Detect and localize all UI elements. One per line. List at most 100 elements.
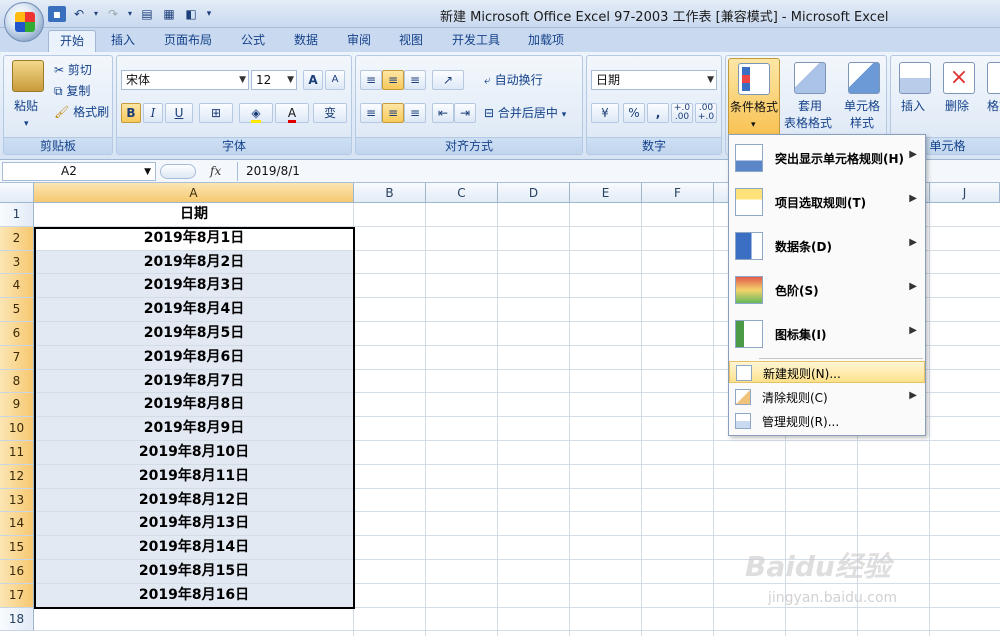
date-cell[interactable]: 2019年8月1日	[34, 226, 354, 251]
menu-item-new-rule[interactable]: 新建规则(N)...	[729, 361, 925, 383]
column-header-f[interactable]: F	[642, 183, 714, 203]
row-header-3[interactable]: 3	[0, 250, 34, 275]
delete-cells-button[interactable]: 删除	[945, 98, 969, 114]
align-right-button[interactable]: ≡	[404, 103, 426, 123]
row-header-11[interactable]: 11	[0, 441, 34, 465]
column-header-c[interactable]: C	[426, 183, 498, 203]
row-header-10[interactable]: 10	[0, 417, 34, 441]
comma-button[interactable]: ,	[647, 103, 669, 123]
row-header-9[interactable]: 9	[0, 393, 34, 418]
fill-color-button[interactable]: ◈	[239, 103, 273, 123]
name-box[interactable]: A2 ▼	[2, 162, 156, 181]
row-header-14[interactable]: 14	[0, 512, 34, 537]
merge-center-button[interactable]: ⊟ 合并后居中 ▾	[484, 105, 566, 123]
tab-home[interactable]: 开始	[48, 30, 96, 52]
row-header-7[interactable]: 7	[0, 345, 34, 370]
menu-item-color-scales[interactable]: 色阶(S) ▶	[729, 268, 925, 312]
insert-cells-icon[interactable]	[899, 62, 931, 94]
row-header-4[interactable]: 4	[0, 274, 34, 299]
date-cell[interactable]: 2019年8月4日	[34, 298, 354, 322]
copy-button[interactable]: ⧉ 复制	[54, 83, 90, 99]
format-cells-icon[interactable]	[987, 62, 1000, 94]
decrease-decimal-button[interactable]: .00 +.0	[695, 103, 717, 123]
column-header-a[interactable]: A	[34, 183, 354, 203]
row-header-8[interactable]: 8	[0, 369, 34, 394]
format-cells-button[interactable]: 格式	[987, 98, 1000, 114]
underline-button[interactable]: U	[165, 103, 193, 123]
date-cell[interactable]: 2019年8月3日	[34, 274, 354, 299]
date-cell[interactable]	[34, 608, 354, 632]
shrink-font-button[interactable]: A	[325, 70, 345, 90]
align-bottom-button[interactable]: ≡	[404, 70, 426, 90]
redo-dropdown-icon[interactable]: ▾	[126, 6, 134, 22]
column-header-e[interactable]: E	[570, 183, 642, 203]
menu-item-top-bottom-rules[interactable]: 项目选取规则(T) ▶	[729, 180, 925, 224]
increase-indent-button[interactable]: ⇥	[454, 103, 476, 123]
tab-insert[interactable]: 插入	[100, 30, 146, 52]
paste-button[interactable]: 粘贴	[14, 98, 38, 114]
form-icon[interactable]: ▦	[160, 6, 178, 22]
date-cell[interactable]: 2019年8月9日	[34, 417, 354, 441]
conditional-format-button[interactable]: 条件格式 ▾	[728, 58, 780, 136]
menu-item-manage-rules[interactable]: 管理规则(R)...	[729, 410, 925, 432]
align-top-button[interactable]: ≡	[360, 70, 382, 90]
wrap-text-button[interactable]: ⤶ 自动换行	[484, 72, 543, 88]
orientation-button[interactable]: ↗	[432, 70, 464, 90]
decrease-indent-button[interactable]: ⇤	[432, 103, 454, 123]
font-name-select[interactable]: 宋体 ▼	[121, 70, 249, 90]
menu-item-data-bars[interactable]: 数据条(D) ▶	[729, 224, 925, 268]
row-header-13[interactable]: 13	[0, 488, 34, 513]
row-header-12[interactable]: 12	[0, 464, 34, 489]
office-button[interactable]	[4, 2, 44, 42]
undo-dropdown-icon[interactable]: ▾	[92, 6, 100, 22]
undo-icon[interactable]: ↶	[70, 6, 88, 22]
spelling-icon[interactable]: ◧	[182, 6, 200, 22]
menu-item-clear-rules[interactable]: 清除规则(C) ▶	[729, 386, 925, 408]
insert-cells-button[interactable]: 插入	[901, 98, 925, 114]
date-cell[interactable]: 2019年8月10日	[34, 441, 354, 465]
phonetic-button[interactable]: 变	[313, 103, 347, 123]
row-header-5[interactable]: 5	[0, 298, 34, 322]
align-left-button[interactable]: ≡	[360, 103, 382, 123]
row-header-17[interactable]: 17	[0, 583, 34, 608]
grow-font-button[interactable]: A	[303, 70, 323, 90]
column-header-j[interactable]: J	[930, 183, 1000, 203]
cell-style-icon[interactable]	[848, 62, 880, 94]
accounting-format-button[interactable]: ¥	[591, 103, 619, 123]
format-painter-button[interactable]: 🖌 格式刷	[54, 104, 109, 120]
menu-item-highlight-rules[interactable]: 突出显示单元格规则(H) ▶	[729, 136, 925, 180]
column-header-d[interactable]: D	[498, 183, 570, 203]
cell-style-label-1[interactable]: 单元格	[844, 98, 880, 114]
tab-data[interactable]: 数据	[283, 30, 329, 52]
print-preview-icon[interactable]: ▤	[138, 6, 156, 22]
date-cell[interactable]: 2019年8月14日	[34, 536, 354, 560]
table-format-label-2[interactable]: 表格格式	[784, 115, 832, 131]
cell-style-label-2[interactable]: 样式	[850, 115, 874, 131]
save-icon[interactable]: ▪	[48, 6, 66, 22]
select-all-corner[interactable]	[0, 183, 34, 203]
date-cell[interactable]: 2019年8月15日	[34, 560, 354, 584]
date-cell[interactable]: 2019年8月8日	[34, 393, 354, 418]
delete-cells-icon[interactable]: ×	[943, 62, 975, 94]
redo-icon[interactable]: ↷	[104, 6, 122, 22]
table-format-icon[interactable]	[794, 62, 826, 94]
row-header-2[interactable]: 2	[0, 226, 34, 251]
menu-item-icon-sets[interactable]: 图标集(I) ▶	[729, 312, 925, 356]
bold-button[interactable]: B	[121, 103, 141, 123]
date-cell[interactable]: 2019年8月6日	[34, 345, 354, 370]
borders-button[interactable]: ⊞	[199, 103, 233, 123]
percent-button[interactable]: %	[623, 103, 645, 123]
row-header-15[interactable]: 15	[0, 536, 34, 560]
row-header-6[interactable]: 6	[0, 322, 34, 346]
increase-decimal-button[interactable]: +.0 .00	[671, 103, 693, 123]
tab-addins[interactable]: 加载项	[518, 30, 574, 52]
italic-button[interactable]: I	[143, 103, 163, 123]
font-size-select[interactable]: 12 ▼	[251, 70, 297, 90]
date-cell[interactable]: 2019年8月5日	[34, 322, 354, 346]
column-header-b[interactable]: B	[354, 183, 426, 203]
align-middle-button[interactable]: ≡	[382, 70, 404, 90]
align-center-button[interactable]: ≡	[382, 103, 404, 123]
date-cell[interactable]: 2019年8月11日	[34, 464, 354, 489]
number-format-select[interactable]: 日期 ▼	[591, 70, 717, 90]
font-color-button[interactable]: A	[275, 103, 309, 123]
